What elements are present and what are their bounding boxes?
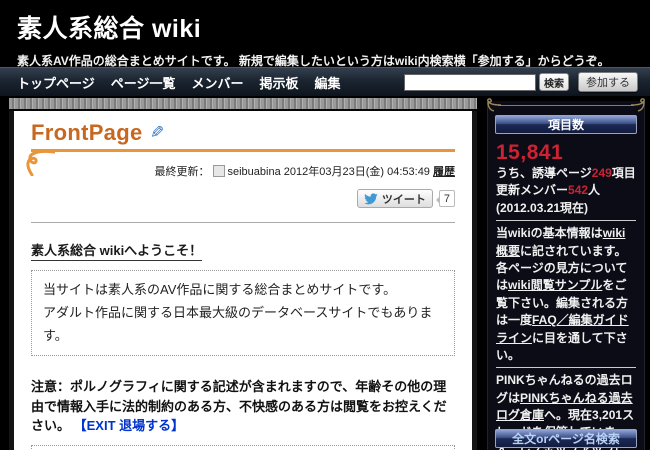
last-updated-user: seibuabina	[228, 166, 281, 178]
site-title: 素人系総合 wiki	[17, 9, 650, 45]
ornament-left-icon	[486, 98, 502, 112]
exit-link[interactable]: 【EXIT 退場する】	[74, 418, 185, 433]
navbar: トップページ ページ一覧 メンバー 掲示板 編集 検索 参加する	[0, 67, 650, 97]
nav-item-members[interactable]: メンバー	[192, 73, 244, 92]
sidebar-body: 15,841 うち、誘導ページ249項目 更新メンバー542人 (2012.03…	[488, 134, 644, 450]
last-updated-line: 最終更新：seibuabina 2012年03月23日(金) 04:53:49 …	[31, 163, 455, 179]
ornament-right-icon	[630, 98, 646, 112]
nav-search-group: 検索 参加する	[404, 72, 638, 92]
stat-as-of-date: (2012.03.21現在)	[496, 200, 636, 217]
title-rule	[31, 149, 455, 152]
sidebar-divider	[496, 367, 636, 368]
nav-item-edit[interactable]: 編集	[315, 73, 341, 92]
content-panel: FrontPage ✎ 最終更新： seibuabina 2012年03月23日(…	[8, 97, 478, 450]
twitter-bird-icon	[364, 193, 378, 205]
edit-pencil-icon[interactable]: ✎	[150, 123, 164, 143]
intro-box: 当サイトは素人系のAV作品に関する総合まとめサイトです。 アダルト作品に関する日…	[31, 270, 455, 356]
stat-guide-pages: うち、誘導ページ249項目	[496, 165, 636, 182]
site-subtitle: 素人系AV作品の総合まとめサイトです。 新規で編集したいという方はwiki内検索…	[17, 52, 650, 69]
tweet-button[interactable]: ツイート	[357, 189, 433, 208]
anniversary-box: 当サイトは、2011年9月2日でサイト開設4周年を迎えました。多くの方のご参加、…	[31, 445, 455, 450]
wiki-sample-link[interactable]: wiki閲覧サンプル	[508, 278, 602, 292]
nav-item-page-list[interactable]: ページ一覧	[111, 73, 176, 92]
notice-paragraph: 注意：ポルノグラフィに関する記述が含まれますので、年齢その他の理由で情報入手に法…	[31, 377, 455, 436]
main-area: FrontPage ✎ 最終更新： seibuabina 2012年03月23日(…	[0, 97, 650, 450]
flourish-icon	[25, 150, 55, 176]
join-button[interactable]: 参加する	[578, 72, 638, 92]
content-body: FrontPage ✎ 最終更新： seibuabina 2012年03月23日(…	[14, 111, 472, 450]
user-avatar-icon	[213, 165, 225, 177]
sidebar-divider	[496, 220, 636, 221]
history-link[interactable]: 履歴	[433, 166, 455, 178]
last-updated-label: 最終更新：	[155, 166, 210, 178]
stat-members: 更新メンバー542人	[496, 182, 636, 199]
intro-line: アダルト作品に関する日本最大級のデータベースサイトでもあります。	[43, 302, 443, 348]
sidebar-ornament	[488, 99, 644, 113]
tweet-row: ツイート 7	[31, 189, 455, 208]
intro-line: 当サイトは素人系のAV作品に関する総合まとめサイトです。	[43, 279, 443, 302]
sidebar: 項目数 15,841 うち、誘導ページ249項目 更新メンバー542人 (201…	[487, 101, 645, 450]
nav-item-top-page[interactable]: トップページ	[17, 73, 95, 92]
tweet-count-badge[interactable]: 7	[439, 190, 455, 207]
sidebar-search-header[interactable]: 全文orページ名検索	[495, 429, 637, 448]
site-header: 素人系総合 wiki 素人系AV作品の総合まとめサイトです。 新規で編集したいと…	[0, 0, 650, 67]
search-button[interactable]: 検索	[539, 73, 569, 91]
sidebar-info-paragraph: 当wikiの基本情報はwiki概要に記されています。各ページの見方についてはwi…	[496, 225, 636, 364]
page-title: FrontPage	[31, 120, 143, 146]
wiki-search-input[interactable]	[404, 74, 536, 91]
welcome-heading: 素人系総合 wikiへようこそ！	[31, 240, 202, 261]
item-count: 15,841	[496, 141, 636, 165]
last-updated-datetime: 2012年03月23日(金) 04:53:49	[284, 166, 430, 178]
panel-texture-strip	[9, 98, 477, 111]
nav-item-board[interactable]: 掲示板	[260, 73, 299, 92]
tweet-button-label: ツイート	[382, 191, 426, 207]
sidebar-items-header[interactable]: 項目数	[495, 115, 637, 134]
